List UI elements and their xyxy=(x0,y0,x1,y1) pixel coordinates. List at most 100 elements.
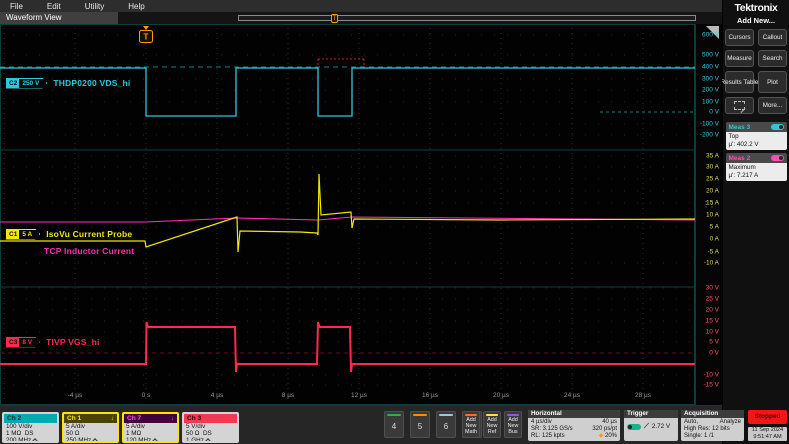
channel-badge[interactable]: Ch 1 ↓ 5 A/div 50 Ω 250 MHz xyxy=(62,412,119,443)
add-new-button[interactable]: Add New Ref xyxy=(483,411,501,438)
probe-icon xyxy=(205,438,211,441)
axis-tick-label: 10 V xyxy=(705,328,719,336)
axis-tick-label: 35 A xyxy=(705,152,719,160)
measurement-cards: Meas 3 Top µ': 402.2 V Meas 2 Maximum µ'… xyxy=(725,122,787,184)
results-table-button[interactable]: Results Table xyxy=(721,71,758,93)
record-length: RL: 125 kpts xyxy=(531,433,565,439)
date: 11 Sep 2024 xyxy=(751,427,784,433)
scale-down-arrow-icon: ↓ xyxy=(170,415,174,422)
channel-badge[interactable]: Ch 2 100 V/div 1 MΩ DS 200 MHz xyxy=(2,412,59,443)
axis-tick-label: 30 V xyxy=(705,284,719,292)
channel-handle-ch3[interactable]: C3 8 V xyxy=(6,337,40,348)
svg-text:T: T xyxy=(144,33,149,42)
axis-tick-label: -100 V xyxy=(699,120,719,128)
channel-button[interactable]: 4 xyxy=(384,411,404,438)
channel-handle-ch1[interactable]: C1 5 A xyxy=(6,229,40,240)
channel-badge-body: 5 A/div 50 Ω 250 MHz xyxy=(64,423,117,441)
bandwidth: 200 MHz xyxy=(6,436,32,443)
axis-tick-label: 200 V xyxy=(702,86,719,94)
probe-icon xyxy=(92,438,99,441)
axis-tick-label: 5 A xyxy=(709,223,719,231)
cursors-button[interactable]: Cursors xyxy=(725,29,754,46)
waveform-label-ch2: THDP0200 VDS_hi xyxy=(53,78,131,88)
channel-badge-header[interactable]: Ch 3 xyxy=(184,414,237,423)
measure-button[interactable]: Measure xyxy=(725,50,754,67)
time-tick-label: 4 µs xyxy=(210,392,224,399)
acquisition-panel[interactable]: Acquisition Auto, Analyze High Res: 12 bi… xyxy=(681,410,744,441)
measurement-card[interactable]: Meas 3 Top µ': 402.2 V xyxy=(725,122,787,150)
draw-a-box-button[interactable] xyxy=(725,97,754,114)
trigger-position-icon: ◆ xyxy=(598,433,604,439)
add-button-label: Add New Bus xyxy=(507,417,519,435)
horizontal-panel[interactable]: Horizontal 4 µs/div 40 µs SR: 3.125 GS/s 3… xyxy=(528,410,620,441)
add-button-label: Add New Math xyxy=(465,417,477,435)
channel-button[interactable]: 5 xyxy=(410,411,430,438)
add-color-stripe xyxy=(486,414,498,416)
time: 9:51:47 AM xyxy=(753,434,782,440)
axis-tick-label: -200 V xyxy=(699,131,719,139)
add-new-button[interactable]: Add New Bus xyxy=(504,411,522,438)
channel-badge-body: 5 A/div 1 MΩ 120 MHz xyxy=(124,423,177,441)
run-stop-button[interactable]: Stopped xyxy=(748,410,787,424)
waveform-view[interactable]: T ⋮⋮ 600 V 500 V 400 V 300 V 200 V 100 V0 V -1… xyxy=(0,24,722,405)
callout-button[interactable]: Callout xyxy=(758,29,787,46)
datetime-display: 11 Sep 2024 9:51:47 AM xyxy=(748,427,787,441)
channel-badge-header[interactable]: Ch 7 ↓ xyxy=(124,414,177,423)
trigger-panel[interactable]: Trigger ⟋ 2.72 V xyxy=(624,410,678,441)
channel-name: Ch 3 xyxy=(187,415,202,422)
axis-tick-label: 20 V xyxy=(705,306,719,314)
channel-badge-body: 5 V/div 50 Ω DS 1 GHz xyxy=(184,423,237,441)
measurement-card[interactable]: Meas 2 Maximum µ': 7.217 A xyxy=(725,153,787,181)
menu-file[interactable]: File xyxy=(0,2,37,11)
time-tick-label: 28 µs xyxy=(634,392,652,399)
search-button[interactable]: Search xyxy=(758,50,787,67)
oscilloscope-app: File Edit Utility Help Waveform View T T… xyxy=(0,0,789,444)
channel-handle-ch2[interactable]: C2 250 V xyxy=(6,78,47,89)
rising-edge-icon: ⟋ xyxy=(644,423,649,430)
waveform-label-ch1: IsoVu Current Probe xyxy=(46,229,133,239)
channel-name: Ch 1 xyxy=(67,415,82,422)
measurement-value: µ': 7.217 A xyxy=(728,172,759,179)
axis-tick-label: 25 V xyxy=(705,295,719,303)
axis-tick-label: 15 A xyxy=(705,199,719,207)
channel-number: 5 xyxy=(417,422,423,431)
channel-number: 6 xyxy=(443,422,449,431)
time-tick-label: 16 µs xyxy=(421,392,439,399)
probe-icon xyxy=(152,438,159,441)
tektronix-logo: Tektronix xyxy=(734,2,778,14)
time-tick-label: 20 µs xyxy=(492,392,510,399)
menu-utility[interactable]: Utility xyxy=(75,2,119,11)
trigger-position-marker[interactable]: T xyxy=(331,14,338,23)
acq-single: Single: 1 /1 xyxy=(684,433,715,439)
tab-waveform-view[interactable]: Waveform View xyxy=(0,12,118,24)
axis-tick-label: 10 A xyxy=(705,211,719,219)
menu-edit[interactable]: Edit xyxy=(37,2,75,11)
channel-button[interactable]: 6 xyxy=(436,411,456,438)
time-tick-label: 8 µs xyxy=(281,392,295,399)
axis-tick-label: -15 V xyxy=(703,381,719,389)
trigger-toggle[interactable] xyxy=(627,423,641,430)
plot-button[interactable]: Plot xyxy=(758,71,787,93)
acq-analyze: Analyze xyxy=(719,419,741,425)
channel-badges: Ch 2 100 V/div 1 MΩ DS 200 MHz Ch 1 ↓ 5 xyxy=(2,412,239,443)
resolution: 320 ps/pt xyxy=(592,426,617,432)
channel-name: Ch 7 xyxy=(127,415,142,422)
measurement-toggle[interactable] xyxy=(770,155,784,161)
more-button[interactable]: More... xyxy=(758,97,787,114)
axis-tick-label: 600 V xyxy=(702,31,719,39)
channel-number: 4 xyxy=(391,422,397,431)
menu-help[interactable]: Help xyxy=(118,2,158,11)
channel-badge-header[interactable]: Ch 1 ↓ xyxy=(64,414,117,423)
axis-tick-label: 30 A xyxy=(705,163,719,171)
channel-badge[interactable]: Ch 7 ↓ 5 A/div 1 MΩ 120 MHz xyxy=(122,412,179,443)
axis-tick-label: -5 A xyxy=(707,248,719,256)
acq-mode: Auto, xyxy=(684,419,699,425)
channel-badge-header[interactable]: Ch 2 xyxy=(4,414,57,423)
draw-a-box-icon xyxy=(734,101,745,110)
measurement-toggle[interactable] xyxy=(770,124,784,130)
channel-badge[interactable]: Ch 3 5 V/div 50 Ω DS 1 GHz xyxy=(182,412,239,443)
axis-tick-label: -10 V xyxy=(703,371,719,379)
horizontal-position-ribbon[interactable]: T xyxy=(238,14,696,23)
add-button-label: Add New Ref xyxy=(486,417,498,435)
add-new-button[interactable]: Add New Math xyxy=(462,411,480,438)
